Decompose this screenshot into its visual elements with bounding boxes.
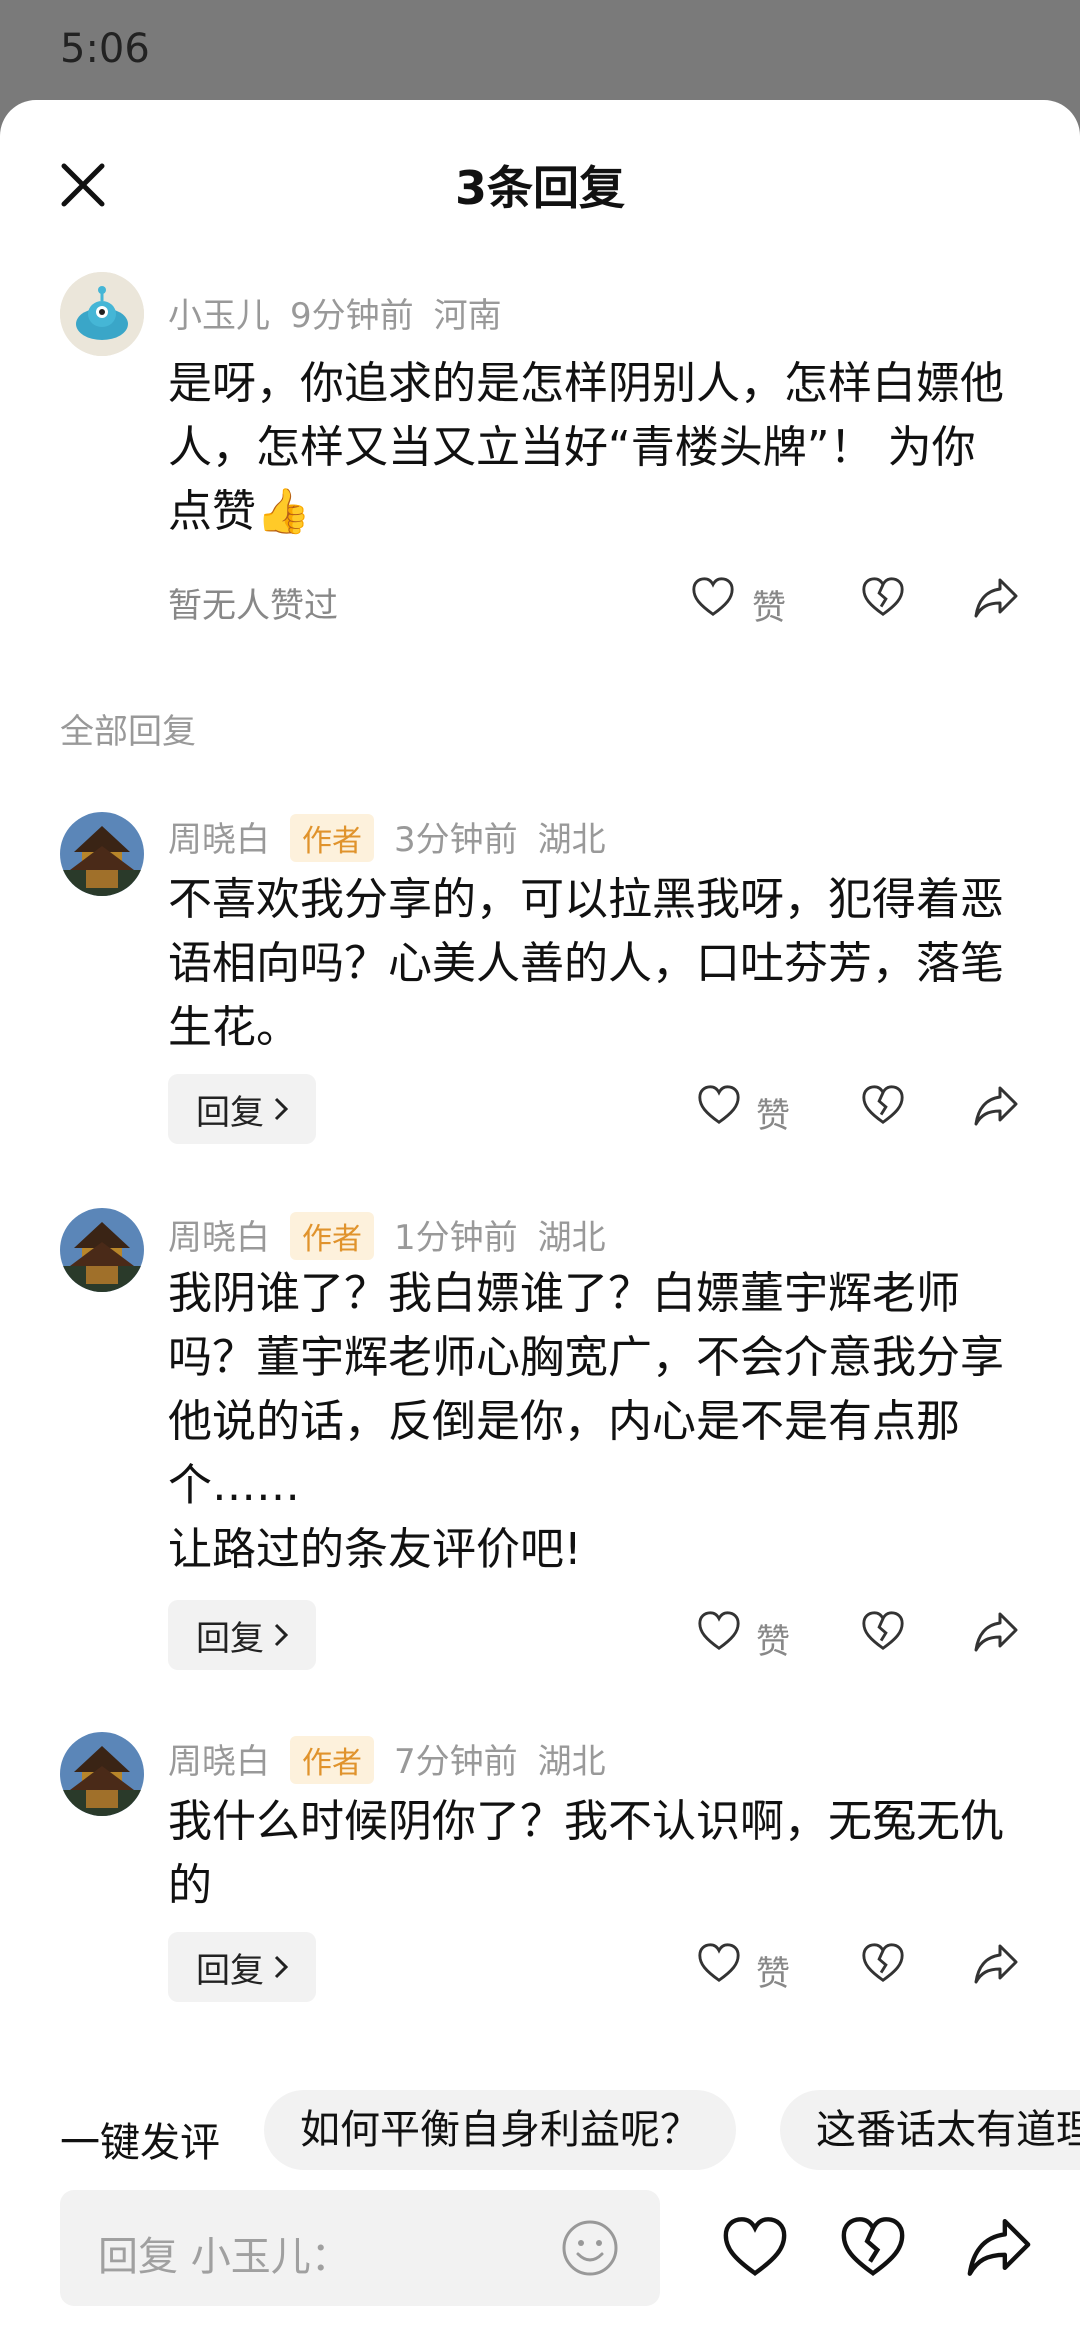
section-label-all-replies: 全部回复	[60, 712, 196, 752]
reply-input[interactable]: 回复 小玉儿：	[60, 2190, 660, 2306]
reply-meta: 周晓白 作者 1分钟前 湖北	[168, 1210, 626, 1260]
heart-icon[interactable]	[720, 2212, 790, 2282]
reply-button[interactable]: 回复	[168, 1600, 316, 1670]
timestamp: 9分钟前	[290, 296, 414, 336]
quick-comment-chip[interactable]: 这番话太有道理	[780, 2090, 1080, 2170]
quick-comment-chip[interactable]: 如何平衡自身利益呢？	[264, 2090, 736, 2170]
quick-comment-label: 一键发评	[60, 2120, 220, 2166]
location: 湖北	[537, 820, 606, 860]
location: 湖北	[537, 1742, 606, 1782]
page-title: 3条回复	[454, 161, 625, 215]
username[interactable]: 周晓白	[168, 1218, 270, 1258]
timestamp: 3分钟前	[394, 820, 518, 860]
reply-button[interactable]: 回复	[168, 1074, 316, 1144]
comment-text: 是呀，你追求的是怎样阴别人，怎样白嫖他人，怎样又当又立当好“青楼头牌”！ 为你点…	[168, 358, 1004, 537]
avatar[interactable]	[60, 812, 144, 896]
reply-actions: 赞	[690, 1082, 1030, 1142]
author-badge: 作者	[290, 1212, 374, 1260]
reply-input-placeholder: 回复 小玉儿：	[98, 2234, 351, 2280]
reply-actions: 赞	[690, 1608, 1030, 1668]
status-bar: 5:06	[0, 0, 1080, 100]
reply-meta: 周晓白 作者 3分钟前 湖北	[168, 812, 626, 862]
comment-actions: 赞	[690, 574, 1030, 634]
like-label[interactable]: 赞	[756, 1614, 790, 1663]
broken-heart-icon[interactable]	[860, 1082, 906, 1132]
chevron-right-icon	[274, 1097, 288, 1121]
heart-icon[interactable]	[696, 1940, 742, 1990]
chevron-right-icon	[274, 1623, 288, 1647]
timestamp: 1分钟前	[394, 1218, 518, 1258]
like-label[interactable]: 赞	[756, 1946, 790, 1995]
reply-button-label: 回复	[196, 1092, 264, 1133]
reply-meta: 周晓白 作者 7分钟前 湖北	[168, 1734, 626, 1784]
avatar[interactable]	[60, 1208, 144, 1292]
avatar[interactable]	[60, 272, 144, 356]
username[interactable]: 周晓白	[168, 1742, 270, 1782]
chevron-right-icon	[274, 1955, 288, 1979]
username[interactable]: 周晓白	[168, 820, 270, 860]
reply-button-label: 回复	[196, 1950, 264, 1991]
quick-comment-row: 一键发评 如何平衡自身利益呢？ 这番话太有道理	[0, 2090, 1080, 2174]
reply-text: 我阴谁了？我白嫖谁了？白嫖董宇辉老师吗？董宇辉老师心胸宽广，不会介意我分享他说的…	[168, 1268, 1004, 1575]
heart-icon[interactable]	[696, 1082, 742, 1132]
heart-icon[interactable]	[696, 1608, 742, 1658]
heart-icon[interactable]	[690, 574, 736, 624]
replies-sheet: 3条回复 小玉儿 9分钟前 河南 是呀，你追求的是怎样阴别人，怎样白嫖他人，怎样又当…	[0, 100, 1080, 2340]
author-badge: 作者	[290, 814, 374, 862]
avatar[interactable]	[60, 1732, 144, 1816]
broken-heart-icon[interactable]	[838, 2212, 908, 2282]
location: 河南	[433, 296, 502, 336]
comment-meta: 小玉儿 9分钟前 河南	[168, 288, 522, 337]
share-icon[interactable]	[972, 1082, 1020, 1132]
share-icon[interactable]	[964, 2212, 1034, 2282]
status-time: 5:06	[60, 26, 150, 72]
broken-heart-icon[interactable]	[860, 574, 906, 624]
reply-text: 不喜欢我分享的，可以拉黑我呀，犯得着恶语相向吗？心美人善的人，口吐芬芳，落笔生花…	[168, 874, 1004, 1053]
reply-actions: 赞	[690, 1940, 1030, 2000]
username[interactable]: 小玉儿	[168, 296, 270, 336]
author-badge: 作者	[290, 1736, 374, 1784]
no-likes-text: 暂无人赞过	[168, 586, 338, 626]
like-label[interactable]: 赞	[752, 580, 786, 629]
share-icon[interactable]	[972, 574, 1020, 624]
broken-heart-icon[interactable]	[860, 1608, 906, 1658]
location: 湖北	[537, 1218, 606, 1258]
reply-text: 我什么时候阴你了？我不认识啊，无冤无仇的	[168, 1796, 1004, 1911]
reply-button[interactable]: 回复	[168, 1932, 316, 2002]
like-label[interactable]: 赞	[756, 1088, 790, 1137]
reply-button-label: 回复	[196, 1618, 264, 1659]
timestamp: 7分钟前	[394, 1742, 518, 1782]
broken-heart-icon[interactable]	[860, 1940, 906, 1990]
share-icon[interactable]	[972, 1940, 1020, 1990]
emoji-icon[interactable]	[560, 2218, 620, 2278]
share-icon[interactable]	[972, 1608, 1020, 1658]
